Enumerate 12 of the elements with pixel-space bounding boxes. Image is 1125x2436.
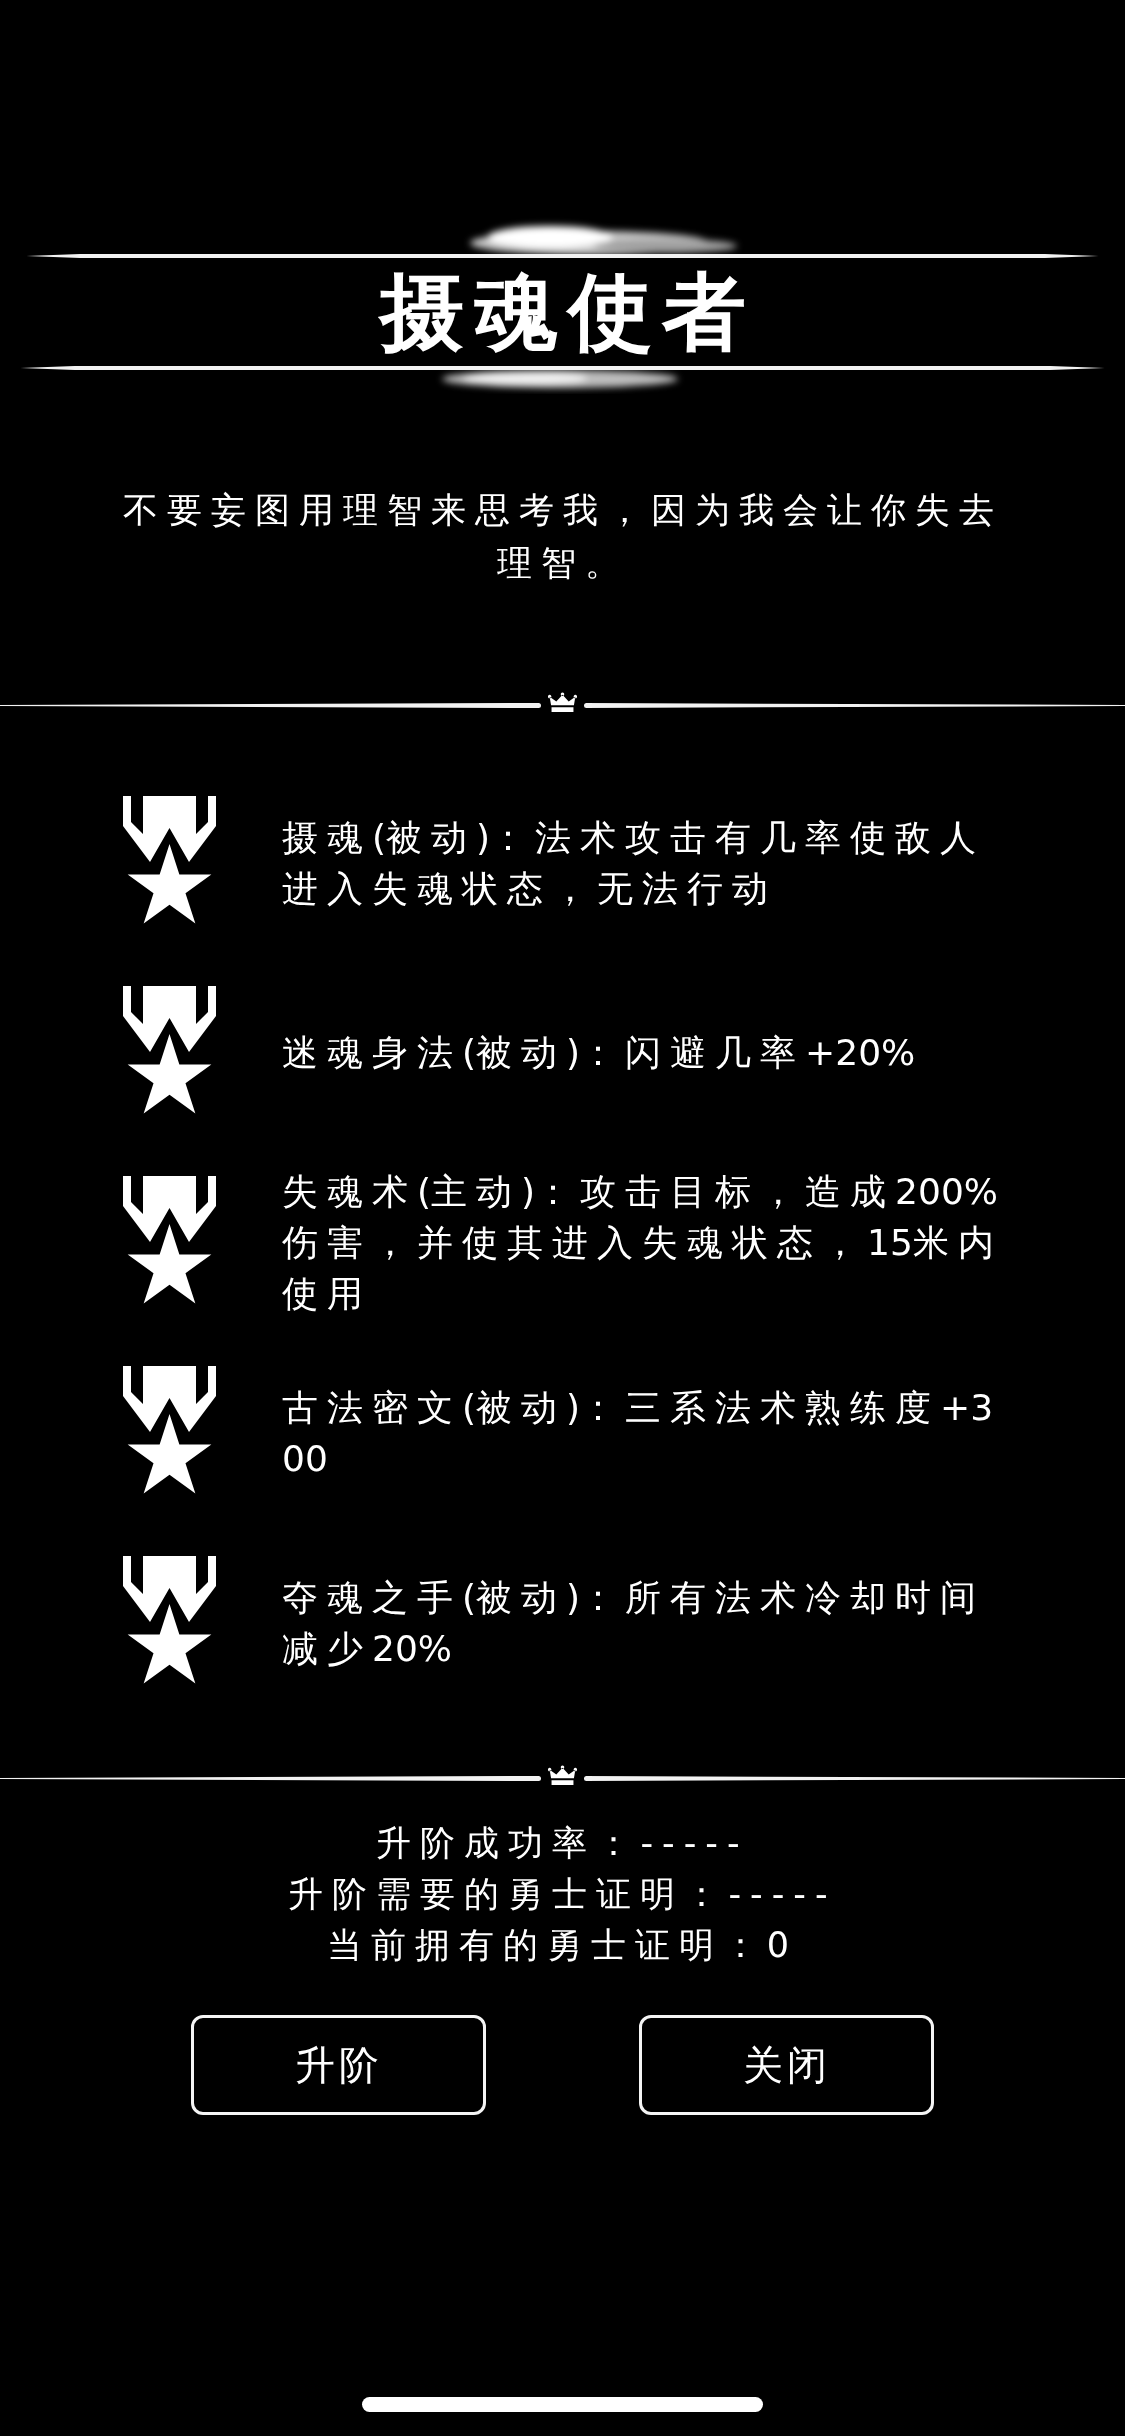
crown-icon [548,1765,577,1785]
upgrade-stat-text: 升阶成功率：----- [376,1822,749,1865]
skill-description: 摄魂(被动)：法术攻击有几率使敌人进入失魂状态，无法行动 [282,815,987,911]
upgrade-button[interactable]: 升阶 [191,2015,486,2115]
quote-text: 不要妄图用理智来思考我，因为我会让你失去理智。 [121,489,1004,585]
crown-icon [548,692,577,712]
skill-description: 古法密文(被动)：三系法术熟练度+300 [282,1385,995,1481]
upgrade-stat-text: 当前拥有的勇士证明：0 [326,1924,799,1967]
character-title: 摄魂使者 [377,261,756,363]
upgrade-stat-text: 升阶需要的勇士证明：----- [288,1873,837,1916]
skill-description: 迷魂身法(被动)：闪避几率+20% [282,1031,917,1075]
close-button[interactable]: 关闭 [639,2015,934,2115]
